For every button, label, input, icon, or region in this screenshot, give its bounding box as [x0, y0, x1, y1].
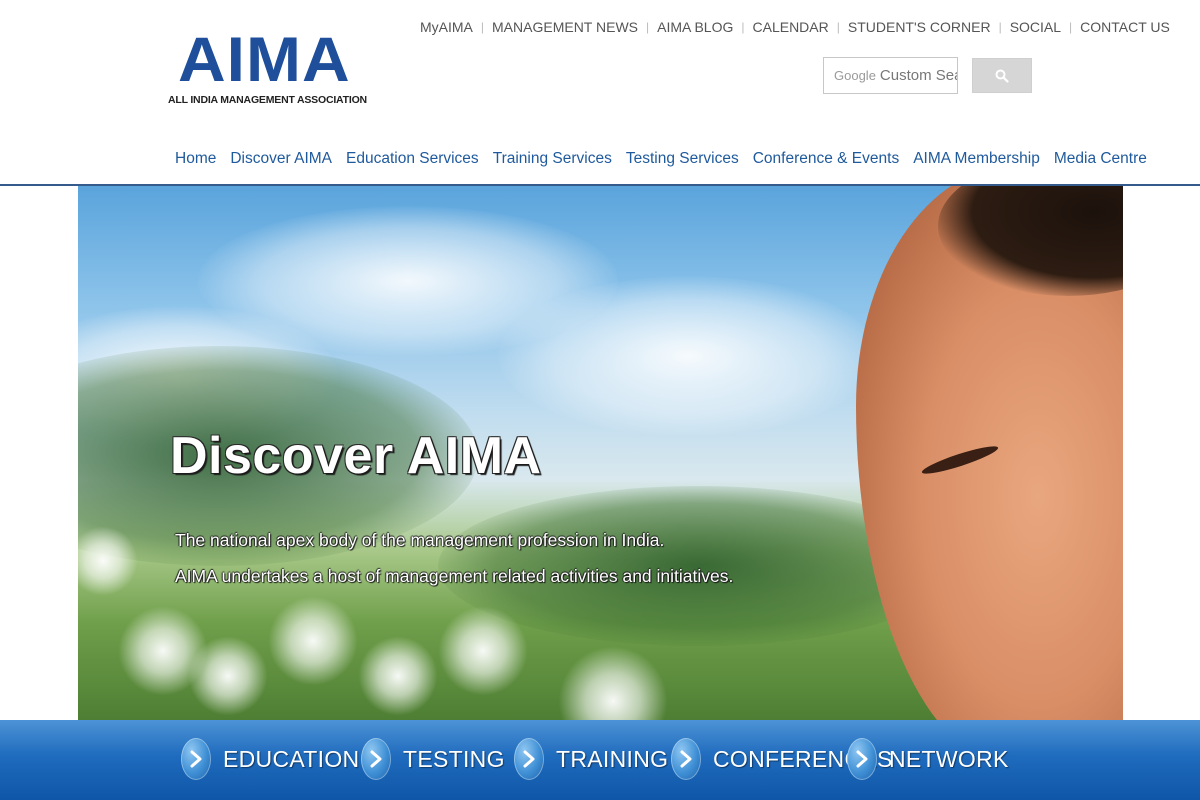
aima-logo[interactable]: AIMA ALL INDIA MANAGEMENT ASSOCIATION: [168, 23, 367, 106]
chevron-right-icon: [181, 738, 211, 780]
quick-link-label: EDUCATION: [223, 745, 360, 772]
chevron-right-icon: [514, 738, 544, 780]
top-link-myaima[interactable]: MyAIMA: [412, 19, 481, 35]
chevron-right-icon: [847, 738, 877, 780]
nav-discover-aima[interactable]: Discover AIMA: [223, 150, 339, 168]
top-utility-nav: MyAIMA | MANAGEMENT NEWS | AIMA BLOG | C…: [412, 19, 1178, 35]
nav-conference-events[interactable]: Conference & Events: [746, 150, 906, 168]
nav-training-services[interactable]: Training Services: [486, 150, 619, 168]
chevron-right-icon: [361, 738, 391, 780]
top-link-management-news[interactable]: MANAGEMENT NEWS: [484, 19, 646, 35]
quick-link-label: TESTING: [403, 745, 505, 772]
dandelion-seed: [188, 636, 268, 716]
google-brand-label: Google: [834, 68, 876, 83]
nav-education-services[interactable]: Education Services: [339, 150, 486, 168]
quick-link-education[interactable]: EDUCATION: [181, 738, 359, 780]
search-input[interactable]: [879, 67, 957, 84]
dandelion-seed: [558, 646, 668, 720]
nav-aima-membership[interactable]: AIMA Membership: [906, 150, 1047, 168]
hero-description-line-1: The national apex body of the management…: [175, 530, 665, 550]
quick-link-label: NETWORK: [889, 745, 1009, 772]
nav-testing-services[interactable]: Testing Services: [619, 150, 746, 168]
hero-title: Discover AIMA: [170, 427, 542, 485]
dandelion-seed: [268, 596, 358, 686]
logo-tagline: ALL INDIA MANAGEMENT ASSOCIATION: [168, 94, 367, 106]
logo-mark: AIMA: [178, 23, 351, 95]
quick-link-testing[interactable]: TESTING: [361, 738, 505, 780]
chevron-right-icon: [671, 738, 701, 780]
top-link-social[interactable]: SOCIAL: [1002, 19, 1069, 35]
top-link-students-corner[interactable]: STUDENT'S CORNER: [840, 19, 999, 35]
search-field[interactable]: Google: [823, 57, 958, 94]
nav-home[interactable]: Home: [168, 150, 223, 168]
quick-link-label: TRAINING: [556, 745, 669, 772]
quick-link-training[interactable]: TRAINING: [514, 738, 668, 780]
top-link-contact-us[interactable]: CONTACT US: [1072, 19, 1178, 35]
dandelion-seed: [358, 636, 438, 716]
search-button[interactable]: [972, 58, 1032, 93]
dandelion-seed: [438, 606, 528, 696]
main-nav: Home Discover AIMA Education Services Tr…: [168, 150, 1154, 168]
top-link-aima-blog[interactable]: AIMA BLOG: [649, 19, 741, 35]
quick-links-bar: EDUCATION TESTING TRAINING CONFERENCES N…: [0, 720, 1200, 800]
page: AIMA ALL INDIA MANAGEMENT ASSOCIATION My…: [0, 0, 1200, 800]
search-icon: [995, 69, 1009, 83]
nav-media-centre[interactable]: Media Centre: [1047, 150, 1154, 168]
quick-link-network[interactable]: NETWORK: [847, 738, 1009, 780]
hero-cloud: [498, 276, 878, 436]
hero-banner: Discover AIMA The national apex body of …: [78, 186, 1123, 720]
top-link-calendar[interactable]: CALENDAR: [745, 19, 837, 35]
hero-description-line-2: AIMA undertakes a host of management rel…: [175, 566, 734, 586]
